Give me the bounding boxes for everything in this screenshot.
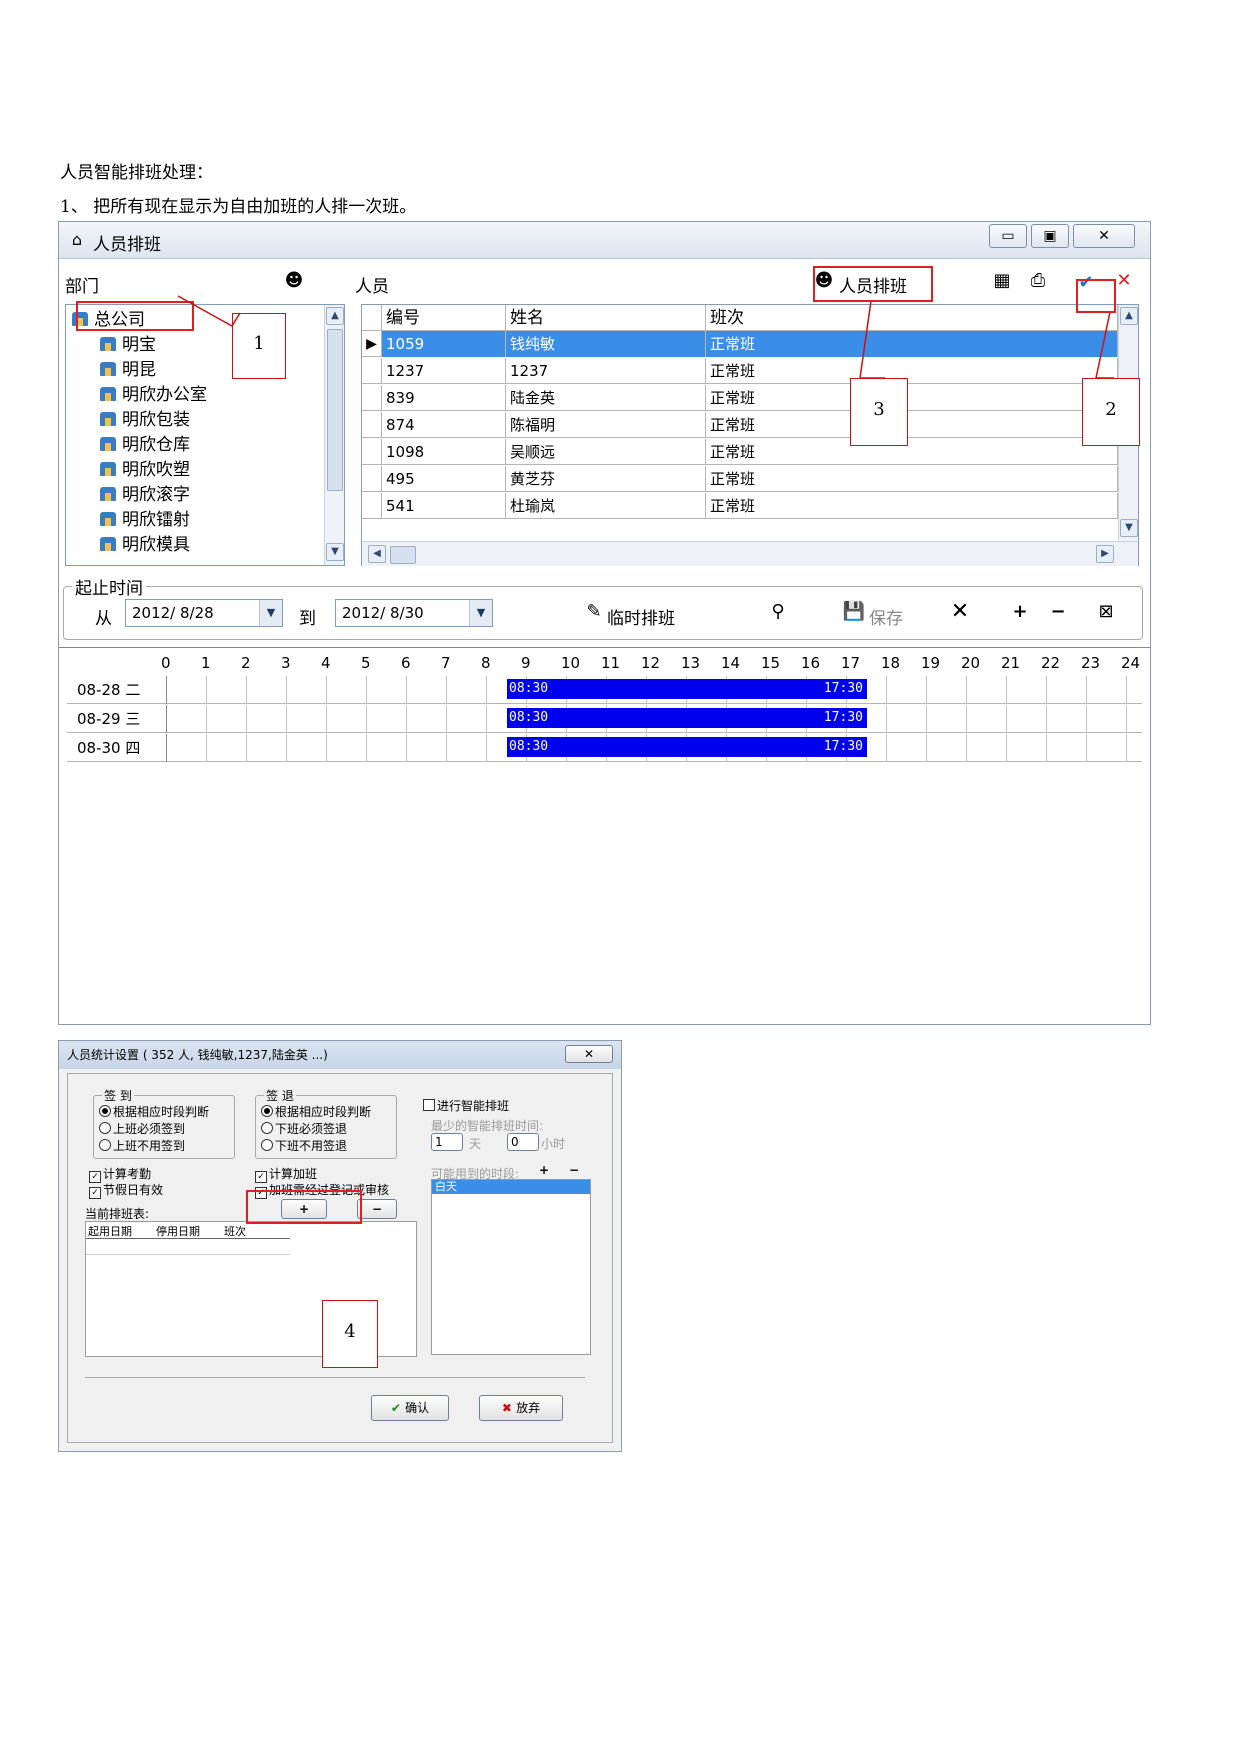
schedule-table-header: 起用日期 停用日期 班次	[86, 1222, 290, 1239]
callout-pointers	[177, 295, 1114, 1301]
remove-schedule-button[interactable]: −	[357, 1199, 397, 1219]
divider	[85, 1377, 585, 1378]
signout-option-1[interactable]: 根据相应时段判断	[261, 1103, 371, 1120]
callout-2: 2	[1082, 378, 1140, 446]
min-time-label: 最少的智能排班时间:	[431, 1119, 544, 1133]
list-item[interactable]: 白天	[432, 1180, 590, 1194]
minus-icon: −	[371, 1202, 383, 1216]
close-x-icon: ✖	[501, 1401, 517, 1415]
plus-icon[interactable]: +	[539, 1163, 549, 1177]
minus-icon[interactable]: −	[569, 1163, 579, 1177]
holiday-valid-checkbox[interactable]: ✓ 节假日有效	[89, 1181, 163, 1199]
smart-schedule-checkbox[interactable]: 进行智能排班	[423, 1097, 509, 1114]
table-row[interactable]	[86, 1238, 290, 1255]
cancel-button[interactable]: ✖ 放弃	[479, 1395, 563, 1421]
highlight-schedule-button	[813, 266, 933, 302]
callout-4: 4	[322, 1300, 378, 1368]
signin-option-2[interactable]: 上班必须签到	[99, 1120, 185, 1137]
stats-settings-dialog: 人员统计设置 ( 352 人, 钱纯敏,1237,陆金英 ...) ✕ 签 到 …	[58, 1040, 622, 1452]
hours-spinner[interactable]: 0	[507, 1133, 539, 1151]
signout-option-3[interactable]: 下班不用签退	[261, 1137, 347, 1154]
days-spinner[interactable]: 1	[431, 1133, 463, 1151]
ok-button[interactable]: ✔ 确认	[371, 1395, 449, 1421]
signin-option-3[interactable]: 上班不用签到	[99, 1137, 185, 1154]
current-schedule-label: 当前排班表:	[85, 1207, 150, 1221]
highlight-add-schedule	[246, 1190, 362, 1224]
dialog-title: 人员统计设置 ( 352 人, 钱纯敏,1237,陆金英 ...)	[59, 1041, 621, 1069]
hours-unit: 小时	[541, 1137, 566, 1151]
check-icon: ✔	[390, 1401, 406, 1415]
highlight-confirm	[1076, 279, 1116, 313]
callout-3: 3	[850, 378, 908, 446]
dialog-close-button[interactable]: ✕	[565, 1045, 613, 1063]
signin-option-1[interactable]: 根据相应时段判断	[99, 1103, 209, 1120]
days-unit: 天	[469, 1137, 482, 1151]
possible-periods-list[interactable]: 白天	[431, 1179, 591, 1355]
signout-option-2[interactable]: 下班必须签退	[261, 1120, 347, 1137]
